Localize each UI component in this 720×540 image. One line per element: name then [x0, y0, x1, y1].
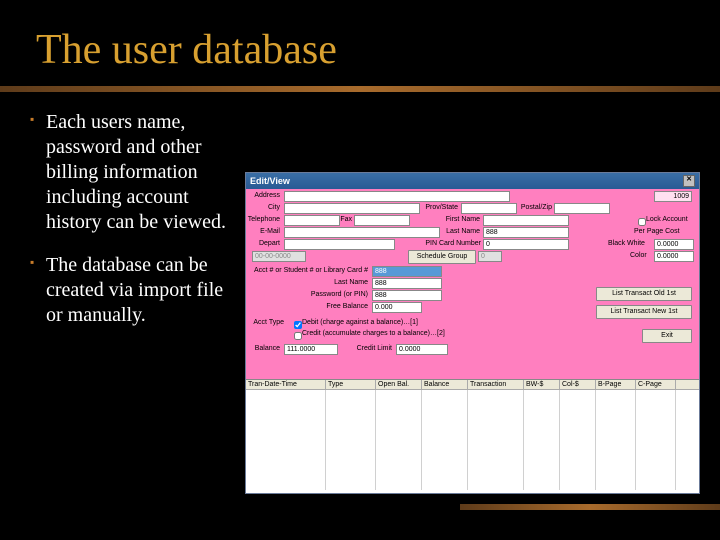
label-lock-account: Lock Account: [646, 216, 688, 223]
form-area: 1009 Address City Prov/State Postal/Zip …: [246, 189, 699, 379]
telephone-field[interactable]: [284, 215, 340, 226]
grid-col-9[interactable]: C-Page: [636, 380, 676, 389]
label-last-name-top: Last Name: [440, 228, 480, 235]
label-acct-student: Acct # or Student # or Library Card #: [246, 267, 368, 274]
label-acct-type: Acct Type: [246, 319, 284, 326]
credit-limit-field[interactable]: 0.0000: [396, 344, 448, 355]
slide-title: The user database: [0, 0, 720, 82]
grid-col-6[interactable]: BW-$: [524, 380, 560, 389]
label-prov: Prov/State: [418, 204, 458, 211]
list-transact-new-button[interactable]: List Transact New 1st: [596, 305, 692, 319]
balance-field[interactable]: 111.0000: [284, 344, 338, 355]
list-transact-old-button[interactable]: List Transact Old 1st: [596, 287, 692, 301]
label-depart: Depart: [246, 240, 280, 247]
app-window: Edit/View ✕ 1009 Address City Prov/State…: [245, 172, 700, 494]
record-id-badge: 1009: [654, 191, 692, 202]
city-field[interactable]: [284, 203, 420, 214]
label-last-name2: Last Name: [306, 279, 368, 286]
slide-root: The user database Each users name, passw…: [0, 0, 720, 540]
label-email: E-Mail: [246, 228, 280, 235]
label-city: City: [246, 204, 280, 211]
window-title-text: Edit/View: [250, 176, 290, 186]
radio-debit[interactable]: [294, 321, 302, 329]
schedule-group-value: 0: [478, 251, 502, 262]
bullet-list: Each users name, password and other bill…: [30, 110, 230, 346]
prov-field[interactable]: [461, 203, 517, 214]
label-address: Address: [246, 192, 280, 199]
password-field[interactable]: 888: [372, 290, 442, 301]
label-credit-limit: Credit Limit: [348, 345, 392, 352]
last-name-field[interactable]: 888: [372, 278, 442, 289]
color-rate-field[interactable]: 0.0000: [654, 251, 694, 262]
free-balance-field[interactable]: 0.000: [372, 302, 422, 313]
address-field[interactable]: [284, 191, 510, 202]
window-titlebar[interactable]: Edit/View ✕: [246, 173, 699, 189]
last-name-top-field[interactable]: 888: [483, 227, 569, 238]
label-color: Color: [630, 252, 647, 259]
footer-decor: [460, 504, 720, 510]
close-icon[interactable]: ✕: [683, 175, 695, 187]
grid-body: [246, 390, 699, 490]
lock-account-checkbox[interactable]: [638, 218, 646, 226]
email-field[interactable]: [284, 227, 440, 238]
depart-field[interactable]: [284, 239, 395, 250]
label-per-page-cost: Per Page Cost: [634, 228, 680, 235]
label-radio-debit: Debit (charge against a balance)…[1]: [302, 319, 418, 326]
acct-number-field[interactable]: 888: [372, 266, 442, 277]
label-bw: Black White: [608, 240, 645, 247]
first-name-field[interactable]: [483, 215, 569, 226]
label-free-balance: Free Balance: [306, 303, 368, 310]
date-disabled-field: 00-00-0000: [252, 251, 306, 262]
bullet-2: The database can be created via import f…: [30, 253, 230, 328]
grid-col-5[interactable]: Transaction: [468, 380, 524, 389]
grid-col-3[interactable]: Open Bal.: [376, 380, 422, 389]
schedule-group-button[interactable]: Schedule Group: [408, 250, 476, 264]
fax-field[interactable]: [354, 215, 410, 226]
transaction-grid[interactable]: Tran-Date-Time Type Open Bal. Balance Tr…: [246, 379, 699, 493]
label-telephone: Telephone: [246, 216, 280, 223]
bw-rate-field[interactable]: 0.0000: [654, 239, 694, 250]
grid-col-4[interactable]: Balance: [422, 380, 468, 389]
postal-field[interactable]: [554, 203, 610, 214]
bullet-1: Each users name, password and other bill…: [30, 110, 230, 235]
grid-header-row: Tran-Date-Time Type Open Bal. Balance Tr…: [246, 380, 699, 390]
label-fax: Fax: [336, 216, 352, 223]
pin-card-field[interactable]: 0: [483, 239, 569, 250]
label-radio-credit: Credit (accumulate charges to a balance)…: [302, 330, 445, 337]
grid-col-7[interactable]: Col-$: [560, 380, 596, 389]
grid-col-8[interactable]: B-Page: [596, 380, 636, 389]
radio-credit[interactable]: [294, 332, 302, 340]
exit-button[interactable]: Exit: [642, 329, 692, 343]
label-pin-card: PIN Card Number: [423, 240, 481, 247]
label-balance: Balance: [246, 345, 280, 352]
label-first-name: First Name: [440, 216, 480, 223]
grid-col-2[interactable]: Type: [326, 380, 376, 389]
grid-col-1[interactable]: Tran-Date-Time: [246, 380, 326, 389]
label-postal: Postal/Zip: [514, 204, 552, 211]
label-password: Password (or PIN): [294, 291, 368, 298]
